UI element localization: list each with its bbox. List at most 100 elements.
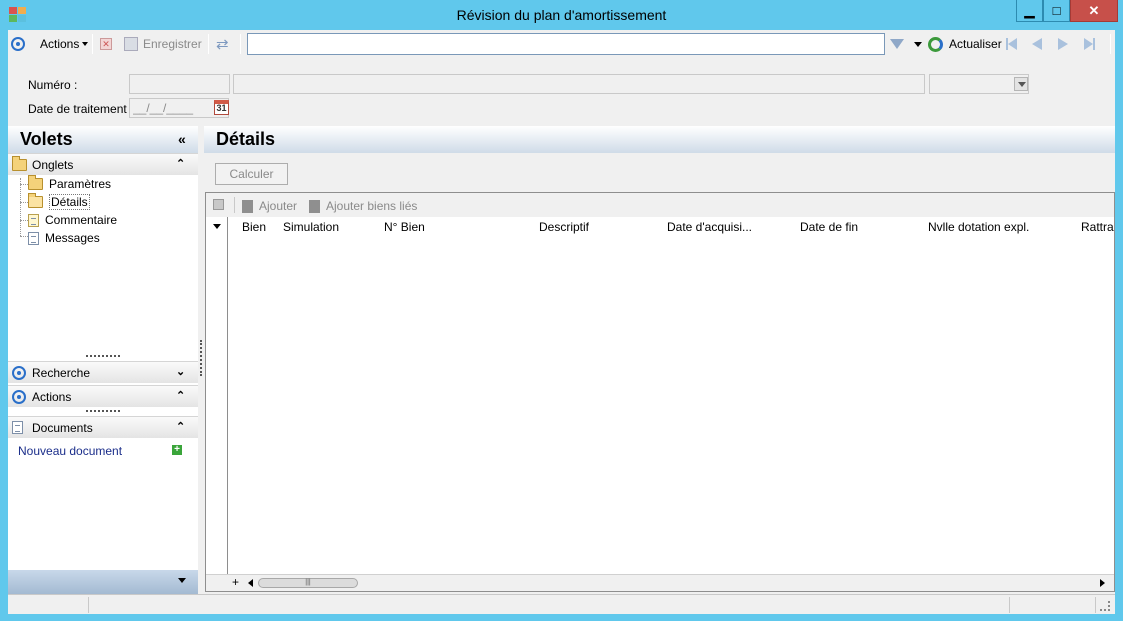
status-cell <box>89 597 1010 613</box>
new-document-link[interactable]: Nouveau document <box>18 444 122 458</box>
details-title: Détails <box>216 129 276 149</box>
documents-label: Documents <box>32 421 93 435</box>
column-header[interactable]: Bien <box>242 220 266 234</box>
tab-parametres-label: Paramètres <box>49 177 112 191</box>
resize-grip[interactable] <box>86 355 120 357</box>
column-header[interactable]: Date de fin <box>800 220 858 234</box>
resize-grip-icon[interactable] <box>1100 601 1110 611</box>
document-icon <box>12 421 23 434</box>
title-bar[interactable]: Révision du plan d'amortissement ▁ □ ✕ <box>0 0 1123 30</box>
save-button[interactable]: Enregistrer <box>124 34 202 54</box>
tab-details[interactable]: Détails <box>28 193 90 210</box>
export-button[interactable] <box>213 199 224 210</box>
column-header[interactable]: N° Bien <box>384 220 425 234</box>
last-record-icon <box>1084 38 1093 50</box>
image-icon <box>213 199 224 210</box>
combo-dropdown-button[interactable] <box>1014 77 1028 91</box>
recherche-icon <box>12 366 26 380</box>
add-row-button[interactable]: Ajouter <box>242 199 297 213</box>
chevron-up-icon[interactable]: ⌃ <box>176 420 185 433</box>
folder-open-icon <box>28 193 43 208</box>
chevron-up-icon[interactable]: ⌃ <box>176 389 185 402</box>
scroll-left-icon[interactable] <box>248 579 253 587</box>
toolbar-separator <box>92 34 93 54</box>
column-header[interactable]: Descriptif <box>539 220 589 234</box>
add-linked-button[interactable]: Ajouter biens liés <box>309 199 417 213</box>
next-record-button[interactable] <box>1058 34 1068 54</box>
actions-section-label: Actions <box>32 390 72 404</box>
calendar-icon[interactable]: 31 <box>214 100 229 115</box>
client-area: Actions ✕ Enregistrer ⇄ Actualiser Numér… <box>8 30 1115 614</box>
chevron-down-icon[interactable] <box>178 578 186 583</box>
chevron-down-icon <box>82 42 89 46</box>
tab-commentaire-label: Commentaire <box>45 213 118 227</box>
delete-icon: ✕ <box>100 38 112 50</box>
onglets-section-header[interactable]: Onglets ⌃ <box>8 153 198 175</box>
volets-pane: Volets « Onglets ⌃ Paramètres Détails Co… <box>8 126 198 597</box>
chevron-up-icon[interactable]: ⌃ <box>176 157 185 170</box>
application-window: Révision du plan d'amortissement ▁ □ ✕ A… <box>0 0 1123 621</box>
add-linked-icon <box>309 199 320 213</box>
collapse-pane-button[interactable]: « <box>178 131 186 147</box>
details-header: Détails <box>204 126 1115 153</box>
window-title: Révision du plan d'amortissement <box>456 7 667 23</box>
search-input[interactable] <box>247 33 885 55</box>
sync-button[interactable]: ⇄ <box>216 34 229 54</box>
tree-connector <box>20 184 28 185</box>
folder-icon <box>12 156 27 171</box>
refresh-button[interactable]: Actualiser <box>928 34 1002 54</box>
next-record-icon <box>1058 38 1068 50</box>
status-bar <box>8 594 1115 614</box>
column-header[interactable]: Nvlle dotation expl. <box>928 220 1029 234</box>
column-header[interactable]: Date d'acquisi... <box>667 220 752 234</box>
pane-splitter[interactable] <box>200 340 202 376</box>
tab-parametres[interactable]: Paramètres <box>28 175 112 192</box>
toolbar-separator <box>240 34 241 54</box>
column-header[interactable]: Rattra <box>1081 220 1114 234</box>
sync-icon: ⇄ <box>216 36 229 53</box>
add-icon <box>242 199 253 213</box>
grid-header: Bien Simulation N° Bien Descriptif Date … <box>206 217 1114 236</box>
maximize-button[interactable]: □ <box>1043 0 1070 22</box>
resize-grip[interactable] <box>86 410 120 412</box>
add-document-icon[interactable]: + <box>172 445 182 455</box>
tree-connector <box>20 236 28 237</box>
chevron-down-icon[interactable]: ⌄ <box>176 365 185 378</box>
save-label: Enregistrer <box>143 37 202 51</box>
volets-title: Volets <box>20 129 73 149</box>
calculer-button[interactable]: Calculer <box>215 163 288 185</box>
add-row-glyph[interactable]: + <box>232 575 239 589</box>
numero-description-field[interactable] <box>233 74 925 94</box>
last-record-button[interactable] <box>1084 34 1095 54</box>
actions-menu-button[interactable]: Actions <box>40 34 89 54</box>
previous-record-button[interactable] <box>1032 34 1042 54</box>
recherche-section-header[interactable]: Recherche ⌄ <box>8 361 198 383</box>
documents-section-header[interactable]: Documents ⌃ <box>8 416 198 438</box>
save-icon <box>124 37 138 51</box>
actions-menu-label: Actions <box>40 37 80 51</box>
first-record-button[interactable] <box>1006 34 1017 54</box>
filter-icon <box>890 39 904 49</box>
numero-code-field[interactable] <box>129 74 230 94</box>
actions-menu-icon[interactable] <box>11 34 25 54</box>
chevron-down-icon[interactable] <box>213 224 221 229</box>
add-linked-label: Ajouter biens liés <box>326 199 418 213</box>
details-grid: Ajouter Ajouter biens liés Bien Simulati… <box>205 192 1115 592</box>
folder-icon <box>28 175 43 190</box>
minimize-button[interactable]: ▁ <box>1016 0 1043 22</box>
toolbar-separator <box>208 34 209 54</box>
tab-messages[interactable]: Messages <box>28 230 100 246</box>
refresh-label: Actualiser <box>949 37 1002 51</box>
actions-section-header[interactable]: Actions ⌃ <box>8 385 198 407</box>
close-button[interactable]: ✕ <box>1070 0 1118 22</box>
filter-button[interactable] <box>890 34 904 54</box>
tab-commentaire[interactable]: Commentaire <box>28 212 117 228</box>
previous-record-icon <box>1032 38 1042 50</box>
scrollbar-thumb[interactable]: ||| <box>258 578 358 588</box>
filter-dropdown-button[interactable] <box>914 34 922 54</box>
row-indicator-column <box>206 217 228 575</box>
column-header[interactable]: Simulation <box>283 220 339 234</box>
delete-button[interactable]: ✕ <box>100 34 112 54</box>
scroll-right-icon[interactable] <box>1100 579 1105 587</box>
grid-scrollbar: + ||| <box>206 574 1114 591</box>
